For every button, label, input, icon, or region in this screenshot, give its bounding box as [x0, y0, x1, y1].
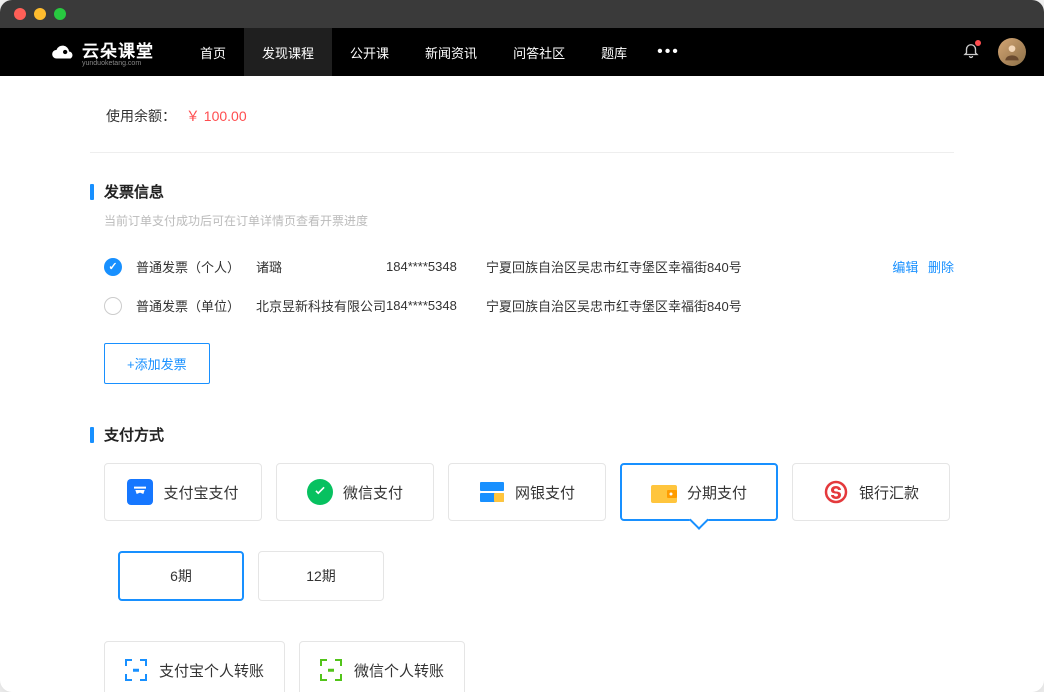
invoice-section-subtitle: 当前订单支付成功后可在订单详情页查看开票进度 [104, 212, 954, 229]
notification-dot-icon [975, 40, 981, 46]
nav-item-bank[interactable]: 题库 [583, 28, 645, 76]
invoice-section-title: 发票信息 [90, 181, 954, 202]
invoice-phone: 184****5348 [386, 259, 486, 274]
invoice-row[interactable]: 普通发票（单位） 北京昱新科技有限公司 184****5348 宁夏回族自治区吴… [104, 286, 954, 325]
user-avatar[interactable] [998, 38, 1026, 66]
payment-label: 微信支付 [343, 482, 403, 503]
invoice-name: 诸璐 [256, 257, 386, 276]
transfer-methods: 支付宝个人转账 微信个人转账 [104, 641, 954, 692]
nav-item-news[interactable]: 新闻资讯 [407, 28, 495, 76]
payment-installment[interactable]: 分期支付 [620, 463, 778, 521]
payment-label: 分期支付 [687, 482, 747, 503]
period-12[interactable]: 12期 [258, 551, 384, 601]
app-window: 云朵课堂 yunduoketang.com 首页 发现课程 公开课 新闻资讯 问… [0, 0, 1044, 692]
transfer-label: 支付宝个人转账 [159, 660, 264, 681]
cloud-logo-icon [50, 39, 76, 65]
invoice-actions: 编辑 删除 [886, 257, 954, 276]
payment-methods: 支付宝支付 微信支付 网银支付 [104, 463, 954, 521]
payment-section: 支付方式 支付宝支付 微信支付 [90, 424, 954, 692]
payment-label: 银行汇款 [859, 482, 919, 503]
nav-item-home[interactable]: 首页 [182, 28, 244, 76]
brand-name: 云朵课堂 [82, 37, 154, 62]
invoice-delete-link[interactable]: 删除 [928, 260, 954, 275]
transfer-alipay[interactable]: 支付宝个人转账 [104, 641, 285, 692]
wechat-icon [307, 479, 333, 505]
invoice-address: 宁夏回族自治区吴忠市红寺堡区幸福街840号 [486, 296, 954, 315]
balance-row: 使用余额： ￥ 100.00 [90, 76, 954, 153]
nav-item-discover[interactable]: 发现课程 [244, 28, 332, 76]
invoice-name: 北京昱新科技有限公司 [256, 296, 386, 315]
invoice-type: 普通发票（个人） [136, 257, 256, 276]
window-close-icon[interactable] [14, 8, 26, 20]
scan-icon [320, 659, 342, 681]
payment-unionpay[interactable]: 网银支付 [448, 463, 606, 521]
window-minimize-icon[interactable] [34, 8, 46, 20]
payment-section-title: 支付方式 [90, 424, 954, 445]
unionpay-icon [479, 479, 505, 505]
main-content: 使用余额： ￥ 100.00 发票信息 当前订单支付成功后可在订单详情页查看开票… [0, 76, 1044, 692]
invoice-type: 普通发票（单位） [136, 296, 256, 315]
notification-bell[interactable] [962, 41, 980, 64]
balance-label: 使用余额： [106, 108, 176, 124]
payment-label: 支付宝支付 [163, 482, 238, 503]
invoice-edit-link[interactable]: 编辑 [892, 260, 918, 275]
payment-label: 网银支付 [515, 482, 575, 503]
wallet-icon [651, 479, 677, 505]
invoice-list: 普通发票（个人） 诸璐 184****5348 宁夏回族自治区吴忠市红寺堡区幸福… [104, 247, 954, 325]
balance-amount: ￥ 100.00 [186, 108, 247, 124]
invoice-address: 宁夏回族自治区吴忠市红寺堡区幸福街840号 [486, 257, 886, 276]
nav-items: 首页 发现课程 公开课 新闻资讯 问答社区 题库 ••• [182, 28, 692, 76]
scan-icon [125, 659, 147, 681]
window-titlebar [0, 0, 1044, 28]
invoice-phone: 184****5348 [386, 298, 486, 313]
nav-item-public[interactable]: 公开课 [332, 28, 407, 76]
add-invoice-button[interactable]: +添加发票 [104, 343, 210, 384]
installment-periods: 6期 12期 [118, 551, 954, 601]
period-6[interactable]: 6期 [118, 551, 244, 601]
brand-logo[interactable]: 云朵课堂 yunduoketang.com [50, 37, 154, 67]
bank-icon [823, 479, 849, 505]
window-maximize-icon[interactable] [54, 8, 66, 20]
payment-wechat[interactable]: 微信支付 [276, 463, 434, 521]
avatar-icon [1002, 42, 1022, 62]
invoice-row[interactable]: 普通发票（个人） 诸璐 184****5348 宁夏回族自治区吴忠市红寺堡区幸福… [104, 247, 954, 286]
transfer-label: 微信个人转账 [354, 660, 444, 681]
transfer-wechat[interactable]: 微信个人转账 [299, 641, 465, 692]
top-navigation: 云朵课堂 yunduoketang.com 首页 发现课程 公开课 新闻资讯 问… [0, 28, 1044, 76]
payment-alipay[interactable]: 支付宝支付 [104, 463, 262, 521]
nav-item-qa[interactable]: 问答社区 [495, 28, 583, 76]
invoice-radio-checked[interactable] [104, 258, 122, 276]
invoice-radio-unchecked[interactable] [104, 297, 122, 315]
alipay-icon [127, 479, 153, 505]
nav-more-icon[interactable]: ••• [645, 28, 692, 76]
payment-bank[interactable]: 银行汇款 [792, 463, 950, 521]
